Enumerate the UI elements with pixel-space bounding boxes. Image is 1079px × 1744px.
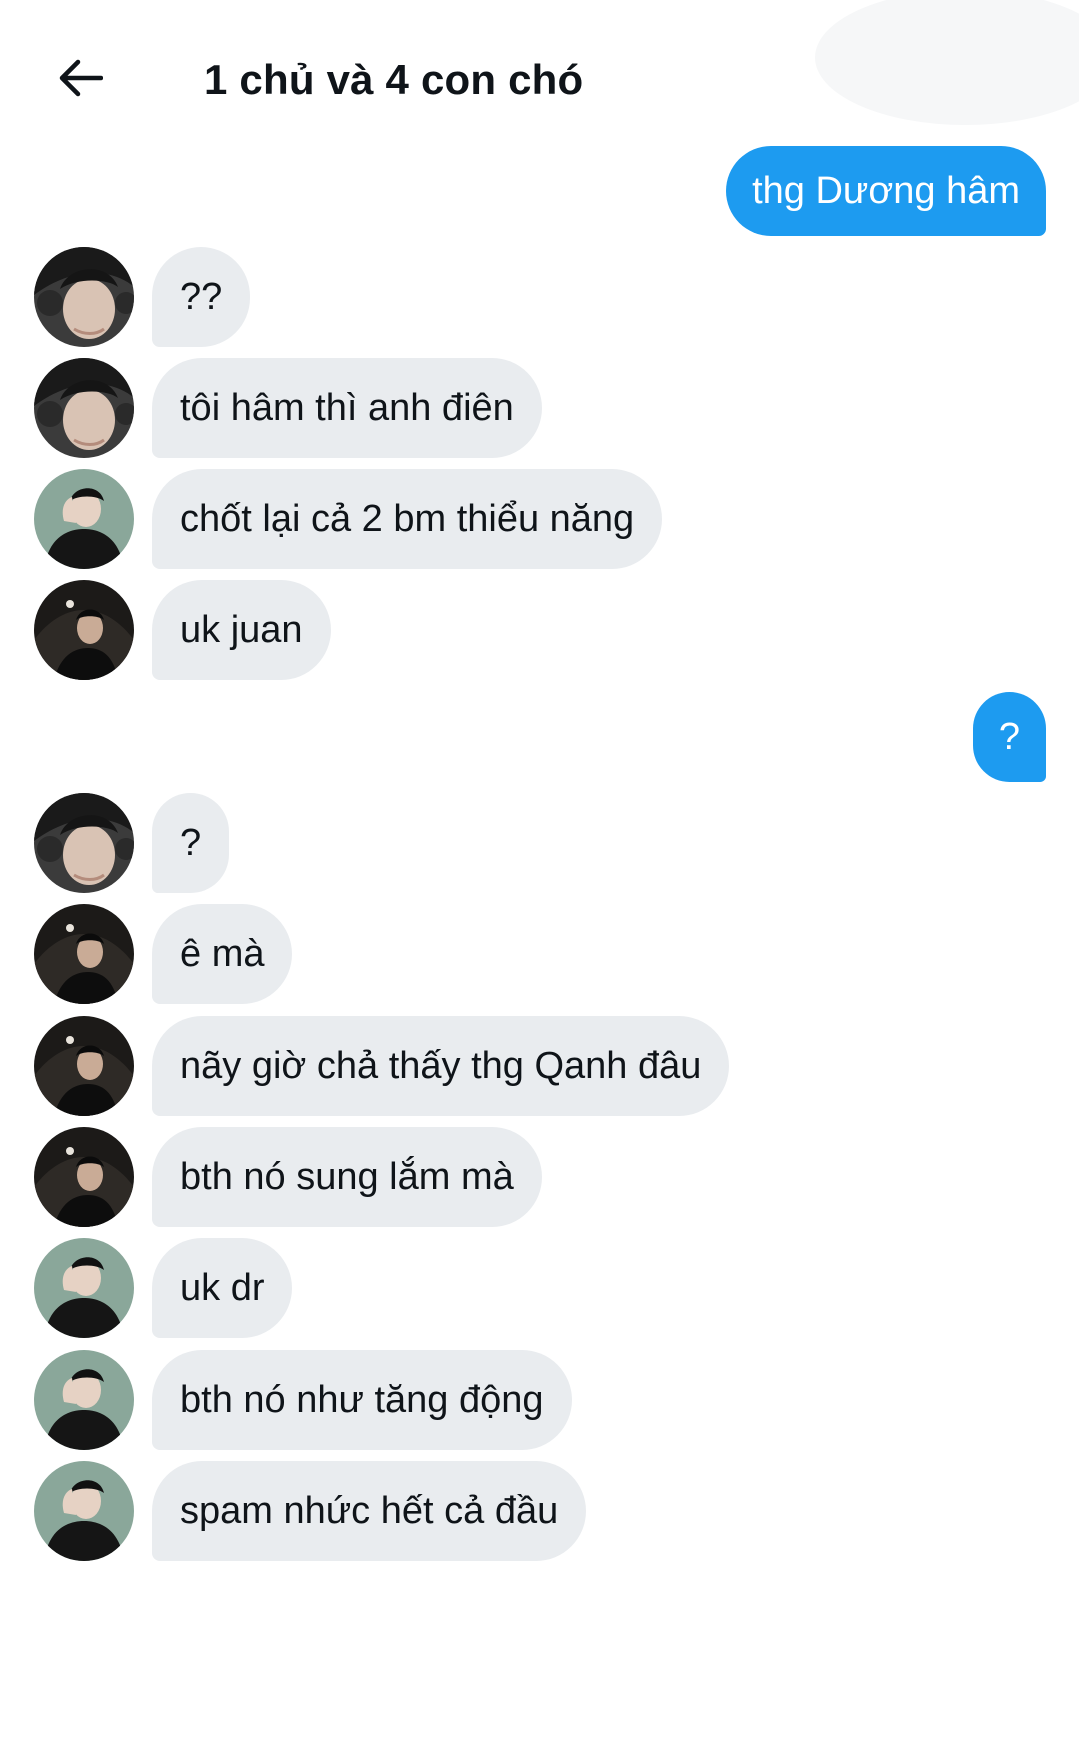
arrow-left-icon [57,58,104,103]
message-bubble-incoming[interactable]: bth nó sung lắm mà [152,1127,542,1227]
message-bubble-incoming[interactable]: tôi hâm thì anh điên [152,358,542,458]
message-bubble-incoming[interactable]: ? [152,793,230,893]
message-bubble-incoming[interactable]: bth nó như tăng động [152,1350,572,1450]
avatar-dark[interactable] [34,580,134,680]
conversation-header: 1 chủ và 4 con chó [0,0,1079,160]
message-bubble-incoming[interactable]: spam nhức hết cả đầu [152,1461,587,1561]
avatar-green-bg[interactable] [34,1350,134,1450]
message-row-incoming: ê mà [34,904,293,1004]
message-row-incoming: uk juan [34,580,331,680]
message-row-outgoing: ? [972,692,1046,782]
conversation-title: 1 chủ và 4 con chó [204,56,584,103]
avatar-dark[interactable] [34,1016,134,1116]
avatar-green-bg[interactable] [34,469,134,569]
message-bubble-incoming[interactable]: ê mà [152,904,293,1004]
avatar-green-bg[interactable] [34,1461,134,1561]
message-bubble-incoming[interactable]: nãy giờ chả thấy thg Qanh đâu [152,1016,730,1116]
message-bubble-incoming[interactable]: ?? [152,247,251,347]
message-row-incoming: tôi hâm thì anh điên [34,358,542,458]
message-bubble-outgoing[interactable]: thg Dương hâm [726,146,1046,236]
message-row-outgoing: thg Dương hâm [726,146,1046,236]
message-row-incoming: bth nó sung lắm mà [34,1127,542,1227]
message-bubble-incoming[interactable]: uk juan [152,580,331,680]
message-row-incoming: spam nhức hết cả đầu [34,1461,587,1561]
avatar-headphones[interactable] [34,358,134,458]
message-row-incoming: bth nó như tăng động [34,1350,572,1450]
avatar-green-bg[interactable] [34,1238,134,1338]
avatar-dark[interactable] [34,904,134,1004]
avatar-headphones[interactable] [34,247,134,347]
message-row-incoming: ? [34,793,230,893]
message-bubble-outgoing[interactable]: ? [972,692,1046,782]
message-row-incoming: ?? [34,247,251,347]
back-button[interactable] [48,52,112,108]
header-decoration [815,0,1079,125]
message-row-incoming: chốt lại cả 2 bm thiểu năng [34,469,663,569]
avatar-headphones[interactable] [34,793,134,893]
avatar-dark[interactable] [34,1127,134,1227]
message-row-incoming: uk dr [34,1238,293,1338]
message-bubble-incoming[interactable]: uk dr [152,1238,293,1338]
message-bubble-incoming[interactable]: chốt lại cả 2 bm thiểu năng [152,469,663,569]
message-row-incoming: nãy giờ chả thấy thg Qanh đâu [34,1016,730,1116]
